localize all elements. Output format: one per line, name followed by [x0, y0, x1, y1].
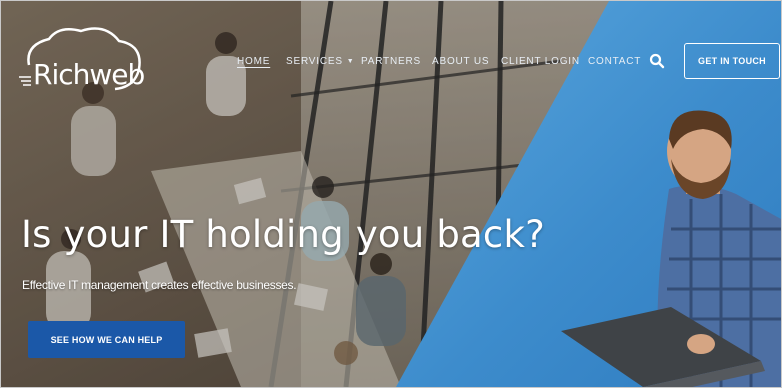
hero-headline: Is your IT holding you back?: [21, 213, 545, 256]
man-with-laptop-image: [561, 110, 781, 387]
nav-about-us[interactable]: ABOUT US: [432, 56, 489, 67]
hero-subheadline: Effective IT management creates effectiv…: [22, 278, 297, 292]
nav-partners[interactable]: PARTNERS: [361, 56, 421, 67]
nav-contact[interactable]: CONTACT: [588, 56, 641, 67]
nav-services-label: SERVICES: [286, 56, 343, 67]
get-in-touch-button[interactable]: GET IN TOUCH: [684, 43, 780, 79]
search-icon[interactable]: [649, 53, 665, 69]
brand-name: Richweb: [33, 58, 145, 91]
richweb-logo[interactable]: Richweb: [15, 25, 145, 97]
top-navigation: Richweb HOME SERVICES ▼ PARTNERS ABOUT US…: [1, 1, 781, 101]
see-how-we-can-help-button[interactable]: SEE HOW WE CAN HELP: [28, 321, 185, 358]
nav-client-login[interactable]: CLIENT LOGIN: [501, 56, 580, 67]
nav-home[interactable]: HOME: [237, 56, 270, 67]
hero-person-illustration: [561, 110, 781, 387]
nav-services[interactable]: SERVICES ▼: [286, 56, 355, 67]
chevron-down-icon: ▼: [346, 58, 355, 65]
page-frame: Richweb HOME SERVICES ▼ PARTNERS ABOUT US…: [0, 0, 782, 388]
hero-section: Richweb HOME SERVICES ▼ PARTNERS ABOUT US…: [1, 1, 781, 387]
